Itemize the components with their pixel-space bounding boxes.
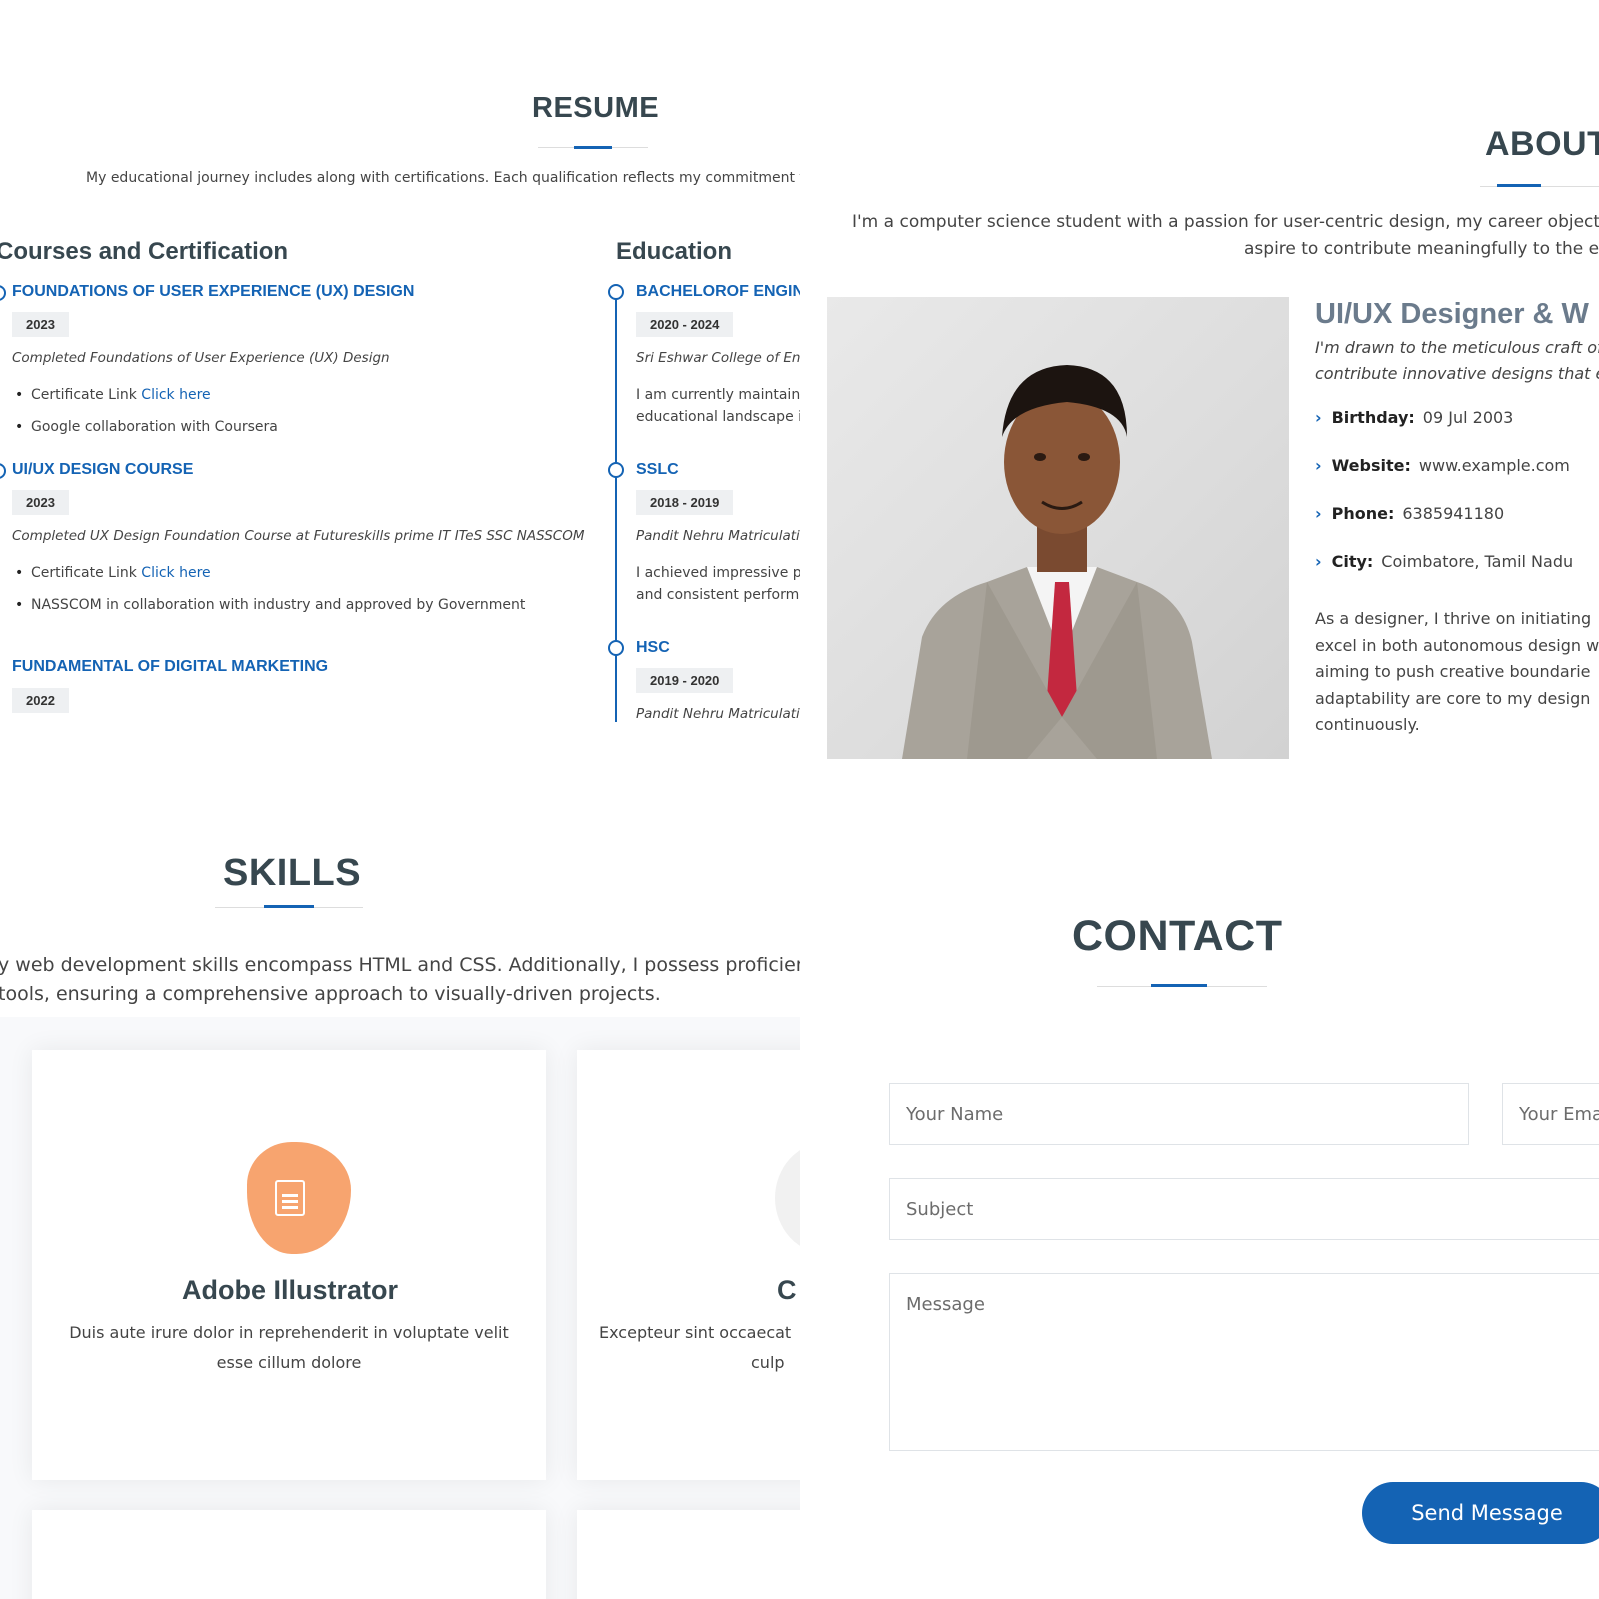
timeline-dot bbox=[0, 285, 6, 301]
timeline-line bbox=[615, 292, 617, 722]
timeline-dot bbox=[608, 284, 624, 300]
resume-section: RESUME My educational journey includes a… bbox=[0, 0, 800, 760]
portrait-illustration bbox=[902, 365, 1212, 759]
title-accent bbox=[1497, 184, 1541, 187]
skills-intro: tools, ensuring a comprehensive approach… bbox=[0, 983, 661, 1005]
role-description: contribute innovative designs that el bbox=[1315, 364, 1599, 383]
message-textarea[interactable]: Message bbox=[889, 1273, 1599, 1451]
skill-card-desc: Duis aute irure dolor in reprehenderit i… bbox=[69, 1323, 509, 1372]
skill-card: C Excepteur sint occaecat culp bbox=[577, 1050, 800, 1480]
course-title: UI/UX DESIGN COURSE bbox=[12, 461, 194, 478]
document-icon bbox=[275, 1180, 305, 1216]
certificate-link[interactable]: Click here bbox=[141, 565, 210, 581]
course-title: FOUNDATIONS OF USER EXPERIENCE (UX) DESI… bbox=[12, 283, 415, 300]
title-accent bbox=[574, 146, 612, 149]
skill-card-desc: Excepteur sint occaecat culp bbox=[599, 1323, 792, 1372]
website-row: › Website: www.example.com bbox=[1315, 456, 1570, 475]
chevron-right-icon: › bbox=[1315, 408, 1322, 427]
phone-row: › Phone: 6385941180 bbox=[1315, 504, 1505, 523]
about-role: UI/UX Designer & W bbox=[1315, 298, 1589, 330]
city-row: › City: Coimbatore, Tamil Nadu bbox=[1315, 552, 1574, 571]
chevron-right-icon: › bbox=[1315, 504, 1322, 523]
list-item: Google collaboration with Coursera bbox=[15, 419, 278, 435]
education-title: BACHELOROF ENGIN bbox=[636, 283, 800, 300]
course-summary: Completed UX Design Foundation Course at… bbox=[12, 528, 585, 544]
skill-card-title: Adobe Illustrator bbox=[182, 1275, 399, 1305]
education-desc: I am currently maintain educational lands… bbox=[636, 387, 800, 425]
about-paragraph: As a designer, I thrive on initiating ex… bbox=[1315, 609, 1599, 734]
contact-section: CONTACT Your Name Your Ema Subject Messa… bbox=[800, 800, 1599, 1599]
course-year: 2023 bbox=[12, 312, 69, 337]
skills-section: SKILLS y web development skills encompas… bbox=[0, 800, 800, 1599]
education-year: 2018 - 2019 bbox=[636, 490, 734, 515]
education-school: Sri Eshwar College of Eng bbox=[636, 350, 800, 366]
resume-title: RESUME bbox=[532, 92, 660, 124]
title-accent bbox=[1151, 984, 1207, 987]
course-summary: Completed Foundations of User Experience… bbox=[12, 350, 390, 366]
skill-card-title: C bbox=[777, 1275, 797, 1305]
about-intro: I'm a computer science student with a pa… bbox=[852, 212, 1599, 232]
subject-input[interactable]: Subject bbox=[889, 1178, 1599, 1240]
title-accent bbox=[264, 905, 314, 908]
skill-icon-background bbox=[775, 1142, 800, 1254]
about-section: ABOUT I'm a computer science student wit… bbox=[800, 0, 1599, 800]
email-input[interactable]: Your Ema bbox=[1502, 1083, 1599, 1145]
timeline-dot bbox=[608, 640, 624, 656]
name-input[interactable]: Your Name bbox=[889, 1083, 1469, 1145]
certificate-link[interactable]: Click here bbox=[141, 387, 210, 403]
portrait-photo bbox=[827, 297, 1289, 759]
skills-title: SKILLS bbox=[223, 852, 362, 894]
list-item: NASSCOM in collaboration with industry a… bbox=[15, 597, 525, 613]
timeline-dot bbox=[608, 462, 624, 478]
education-timeline: BACHELOROF ENGIN 2020 - 2024 Sri Eshwar … bbox=[600, 240, 800, 740]
skill-card bbox=[577, 1510, 800, 1599]
education-year: 2020 - 2024 bbox=[636, 312, 734, 337]
education-desc: I achieved impressive p and consistent pe… bbox=[636, 565, 800, 603]
skills-intro: y web development skills encompass HTML … bbox=[0, 954, 800, 976]
list-item: Certificate Link Click here bbox=[15, 387, 211, 403]
education-title: HSC bbox=[636, 639, 670, 656]
resume-intro: My educational journey includes along wi… bbox=[86, 170, 800, 186]
about-intro: aspire to contribute meaningfully to the… bbox=[1244, 239, 1599, 259]
role-description: I'm drawn to the meticulous craft of bbox=[1315, 338, 1599, 357]
course-year: 2022 bbox=[12, 688, 69, 713]
education-title: SSLC bbox=[636, 461, 679, 478]
contact-title: CONTACT bbox=[1072, 912, 1283, 960]
list-item: Certificate Link Click here bbox=[15, 565, 211, 581]
skill-card bbox=[32, 1510, 546, 1599]
birthday-row: › Birthday: 09 Jul 2003 bbox=[1315, 408, 1514, 427]
education-year: 2019 - 2020 bbox=[636, 668, 734, 693]
skill-card: Adobe Illustrator Duis aute irure dolor … bbox=[32, 1050, 546, 1480]
course-title: FUNDAMENTAL OF DIGITAL MARKETING bbox=[12, 658, 329, 675]
education-school: Pandit Nehru Matriculati bbox=[636, 706, 800, 722]
timeline-dot bbox=[0, 463, 6, 479]
chevron-right-icon: › bbox=[1315, 456, 1322, 475]
send-message-button[interactable]: Send Message bbox=[1362, 1482, 1599, 1544]
courses-heading: Courses and Certification bbox=[0, 238, 289, 265]
about-title: ABOUT bbox=[1485, 125, 1599, 163]
course-year: 2023 bbox=[12, 490, 69, 515]
chevron-right-icon: › bbox=[1315, 552, 1322, 571]
education-school: Pandit Nehru Matriculati bbox=[636, 528, 800, 544]
